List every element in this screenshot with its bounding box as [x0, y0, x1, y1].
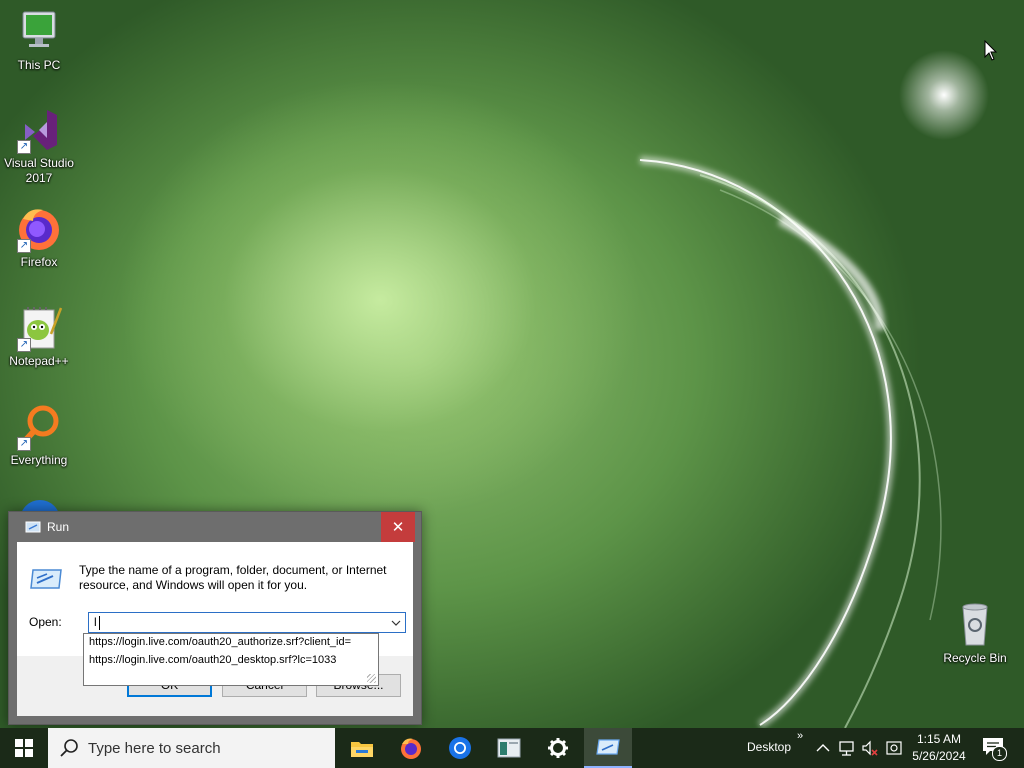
run-dialog-title: Run [47, 520, 70, 534]
chrome-icon [449, 737, 471, 759]
text-caret [99, 616, 100, 630]
visual-studio-icon: ↗ [15, 106, 63, 154]
window-app-icon [497, 738, 521, 758]
everything-search-icon: ↗ [15, 403, 63, 451]
clock-date: 5/26/2024 [912, 749, 966, 763]
close-icon: ✕ [391, 518, 405, 536]
notification-count-badge: 1 [992, 746, 1007, 761]
shortcut-arrow-icon: ↗ [17, 338, 31, 352]
shortcut-arrow-icon: ↗ [17, 140, 31, 154]
windows-logo-icon [15, 739, 33, 757]
mouse-cursor-icon [984, 40, 998, 61]
resize-grip-icon[interactable] [367, 674, 376, 683]
taskbar-app-window[interactable] [485, 728, 533, 768]
run-icon [596, 739, 620, 755]
autocomplete-item[interactable]: https://login.live.com/oauth20_desktop.s… [84, 652, 378, 670]
taskbar-firefox[interactable] [387, 728, 435, 768]
taskbar-settings[interactable] [534, 728, 582, 768]
desktop-icon-this-pc[interactable]: This PC [1, 8, 77, 73]
gear-icon [548, 738, 568, 758]
taskbar-file-explorer[interactable] [338, 728, 386, 768]
shortcut-arrow-icon: ↗ [17, 239, 31, 253]
desktop-icon-label: Visual Studio [4, 156, 74, 170]
run-dialog: Run ✕ Type the name of a program, folder… [8, 511, 422, 725]
desktop-toolbar-label[interactable]: Desktop [747, 740, 791, 754]
notepad-plus-plus-icon: ↗ [15, 304, 63, 352]
autocomplete-item[interactable]: https://login.live.com/oauth20_authorize… [84, 634, 378, 652]
run-icon [30, 569, 62, 589]
taskbar-chrome[interactable] [436, 728, 484, 768]
open-label: Open: [29, 615, 62, 629]
firefox-icon: ↗ [15, 205, 63, 253]
firefox-icon [401, 738, 421, 759]
desktop-icon-label: This PC [17, 58, 61, 72]
desktop-icon-recycle-bin[interactable]: Recycle Bin [937, 601, 1013, 666]
run-dialog-body: Type the name of a program, folder, docu… [17, 542, 413, 716]
notification-center-button[interactable]: 1 [980, 736, 1008, 761]
desktop-icon-label: Everything [10, 453, 68, 467]
clock-time: 1:15 AM [916, 732, 962, 746]
desktop-icon-label: Firefox [20, 255, 58, 269]
network-icon[interactable] [838, 739, 856, 757]
run-app-icon [25, 521, 41, 533]
toolbar-chevron-icon[interactable]: » [797, 730, 803, 742]
close-button[interactable]: ✕ [381, 512, 415, 542]
run-dialog-titlebar[interactable]: Run [9, 512, 421, 542]
taskbar-run[interactable] [584, 728, 632, 768]
recycle-bin-icon [951, 601, 999, 649]
open-input-text[interactable]: l [94, 615, 97, 629]
action-center-app-icon[interactable] [885, 739, 903, 757]
desktop-icon-firefox[interactable]: ↗ Firefox [1, 205, 77, 270]
taskbar-clock[interactable]: 1:15 AM 5/26/2024 [905, 731, 973, 765]
chevron-down-icon[interactable] [387, 613, 405, 632]
search-placeholder: Type here to search [88, 739, 221, 757]
desktop-icon-visual-studio[interactable]: ↗ Visual Studio 2017 [1, 106, 77, 186]
chevron-up-icon[interactable] [815, 739, 833, 757]
folder-icon [351, 742, 373, 757]
desktop-icon-label: Notepad++ [9, 354, 69, 368]
desktop-icon-label: Recycle Bin [943, 651, 1007, 665]
search-icon [60, 739, 78, 757]
open-combobox[interactable]: l [88, 612, 406, 633]
volume-muted-icon[interactable] [861, 739, 879, 757]
desktop-icon-everything[interactable]: ↗ Everything [1, 403, 77, 468]
taskbar: Type here to search Desktop » 1:15 AM 5/… [0, 728, 1024, 768]
run-description: Type the name of a program, folder, docu… [79, 563, 387, 592]
start-button[interactable] [0, 728, 48, 768]
autocomplete-list: https://login.live.com/oauth20_authorize… [83, 633, 379, 686]
shortcut-arrow-icon: ↗ [17, 437, 31, 451]
monitor-icon [15, 8, 63, 56]
desktop-icon-label-line2: 2017 [25, 171, 53, 185]
taskbar-search-box[interactable]: Type here to search [48, 728, 335, 768]
desktop-icon-notepad-plus-plus[interactable]: ↗ Notepad++ [1, 304, 77, 369]
